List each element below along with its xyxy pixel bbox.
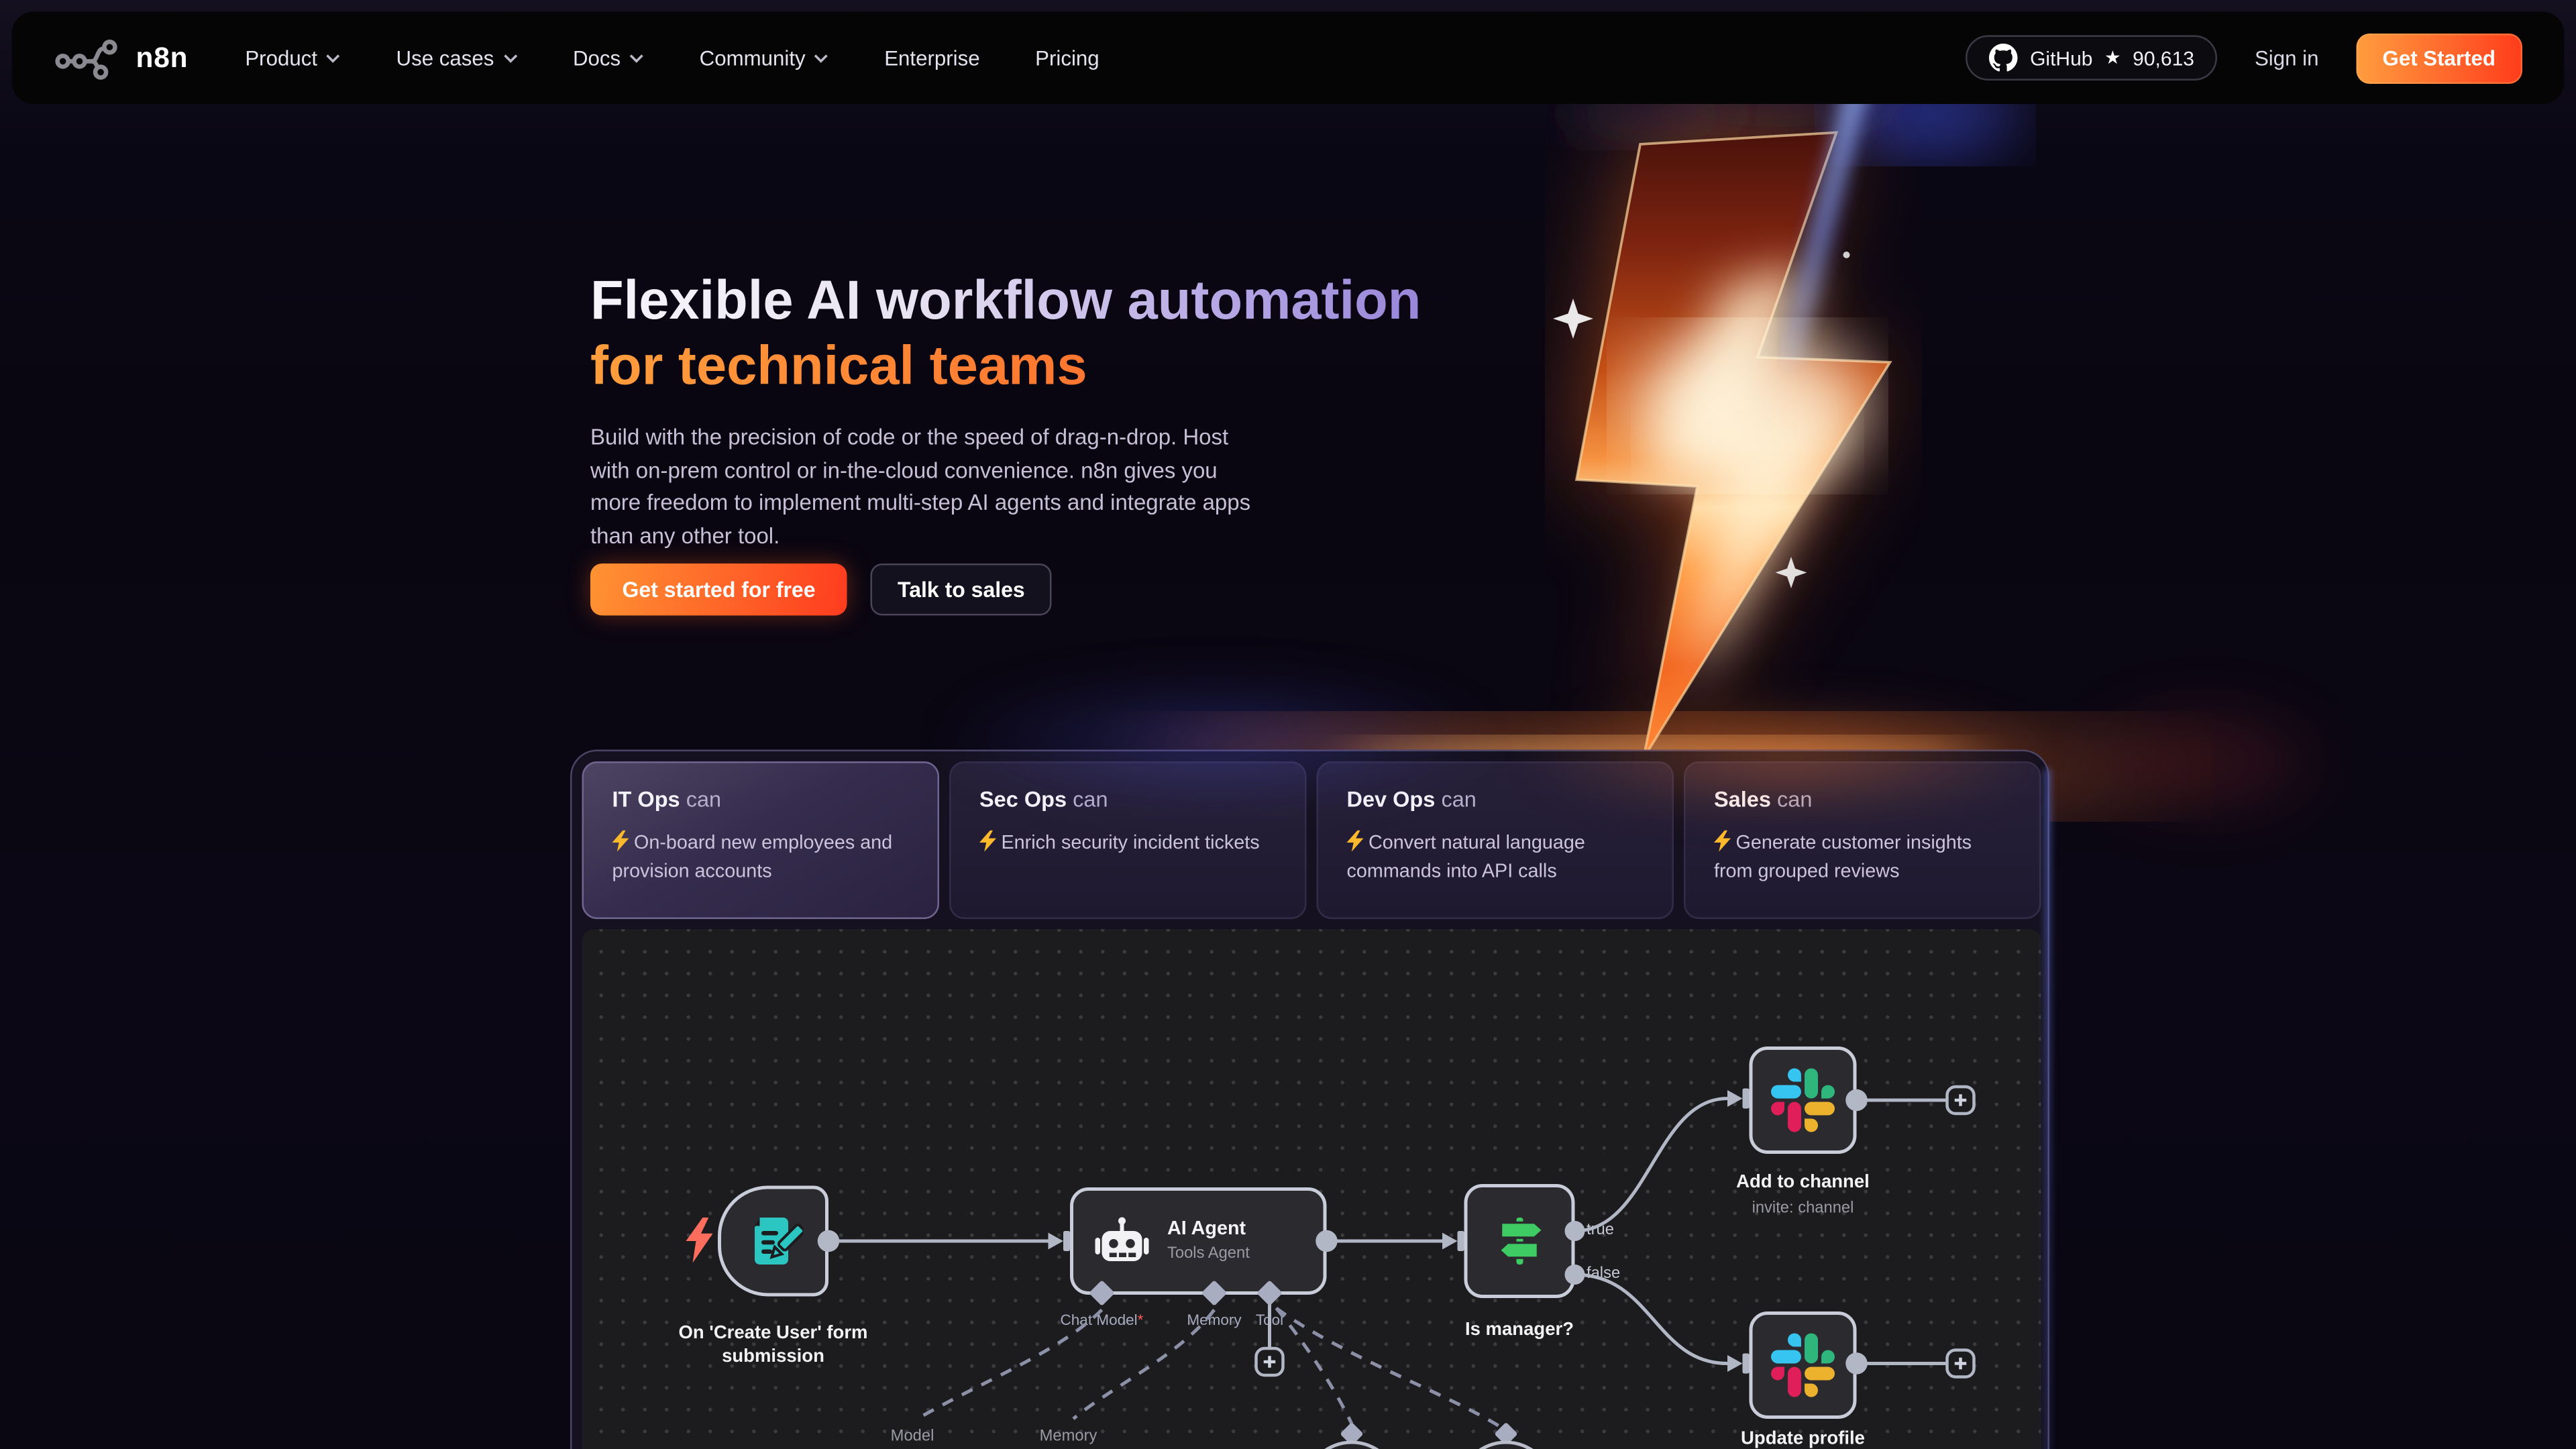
node-subtitle: Tools Agent	[1167, 1244, 1250, 1263]
output-ports	[818, 1089, 1868, 1375]
nav-menu: Product Use cases Docs Community Enterpr…	[245, 46, 1099, 70]
workflow-canvas[interactable]: On 'Create User' form submission AI Ag	[582, 929, 2041, 1449]
slack-icon	[1771, 1334, 1835, 1397]
nav-item-pricing[interactable]: Pricing	[1035, 46, 1099, 70]
chevron-down-icon	[629, 54, 645, 64]
n8n-logo-icon	[54, 36, 121, 80]
tab-sales[interactable]: Sales can Generate customer insights fro…	[1684, 761, 2041, 919]
tab-it-ops[interactable]: IT Ops can On-board new employees and pr…	[582, 761, 940, 919]
node-ai-agent[interactable]: AI Agent Tools Agent	[1070, 1187, 1327, 1295]
node-title: AI Agent	[1167, 1220, 1250, 1240]
slack-icon	[1771, 1069, 1835, 1132]
nav-item-product[interactable]: Product	[245, 46, 341, 70]
hero-cta-row: Get started for free Talk to sales	[590, 564, 1052, 616]
github-star-count: 90,613	[2133, 46, 2194, 70]
nav-right: GitHub ★ 90,613 Sign in Get Started	[1966, 33, 2522, 83]
add-node-button	[1947, 1087, 1974, 1114]
bolt-icon	[979, 830, 996, 853]
github-stars-button[interactable]: GitHub ★ 90,613	[1966, 36, 2218, 81]
lightning-bolt-hero-image	[939, 17, 2214, 822]
use-case-tabs: IT Ops can On-board new employees and pr…	[582, 761, 2041, 919]
workflow-panel: IT Ops can On-board new employees and pr…	[570, 750, 2049, 1449]
tab-sec-ops[interactable]: Sec Ops can Enrich security incident tic…	[949, 761, 1307, 919]
bolt-icon	[1347, 830, 1364, 853]
get-started-button[interactable]: Get Started	[2356, 33, 2522, 83]
robot-icon	[1095, 1216, 1149, 1267]
node-label: Update profile	[1686, 1428, 1921, 1449]
trigger-bolt-icon	[686, 1218, 713, 1263]
chevron-down-icon	[814, 54, 829, 64]
subnode-label-model: Model	[862, 1428, 963, 1446]
get-started-free-button[interactable]: Get started for free	[590, 564, 847, 616]
sign-in-link[interactable]: Sign in	[2255, 46, 2319, 70]
talk-to-sales-button[interactable]: Talk to sales	[871, 564, 1052, 616]
page: n8n Product Use cases Docs Community Ent…	[0, 0, 2576, 1449]
subnode-label-memory: Memory	[1018, 1428, 1119, 1446]
connector-label-tool: Tool	[1236, 1311, 1303, 1328]
node-label: Add to channel	[1686, 1171, 1921, 1194]
nav-item-use-cases[interactable]: Use cases	[396, 46, 518, 70]
red-glow	[2063, 691, 2348, 832]
form-icon	[743, 1211, 804, 1271]
add-node-button	[1256, 1348, 1283, 1375]
tool-subnodes	[1305, 1442, 1553, 1449]
subnode-connectors	[1089, 1280, 1518, 1446]
nav-item-docs[interactable]: Docs	[573, 46, 644, 70]
output-label-true: true	[1587, 1221, 1614, 1240]
chevron-down-icon	[326, 54, 341, 64]
output-label-false: false	[1587, 1265, 1620, 1283]
hero-title-line1: Flexible AI workflow automation	[590, 268, 1421, 333]
node-label: On 'Create User' form submission	[647, 1322, 899, 1368]
nav-item-community[interactable]: Community	[700, 46, 829, 70]
hero-title: Flexible AI workflow automation for tech…	[590, 268, 1421, 398]
connector-label-chat-model: Chat Model*	[1018, 1311, 1186, 1328]
add-node-button	[1947, 1350, 1974, 1377]
hero-description: Build with the precision of code or the …	[590, 421, 1268, 553]
tab-dev-ops[interactable]: Dev Ops can Convert natural language com…	[1317, 761, 1674, 919]
node-is-manager[interactable]	[1464, 1184, 1575, 1298]
nav-item-enterprise[interactable]: Enterprise	[884, 46, 979, 70]
bolt-icon	[612, 830, 629, 853]
node-form-trigger[interactable]	[718, 1186, 828, 1297]
node-label: Is manager?	[1419, 1318, 1620, 1342]
github-label: GitHub	[2030, 46, 2092, 70]
hero-title-line2: for technical teams	[590, 333, 1421, 399]
node-sublabel: invite: channel	[1686, 1199, 1921, 1218]
bolt-icon	[1714, 830, 1731, 853]
logo-text: n8n	[136, 41, 189, 74]
node-slack-update-profile[interactable]	[1750, 1311, 1857, 1419]
node-slack-add-to-channel[interactable]	[1750, 1046, 1857, 1154]
n8n-logo[interactable]: n8n	[54, 36, 188, 80]
star-icon: ★	[2104, 47, 2121, 69]
chevron-down-icon	[502, 54, 518, 64]
github-icon	[1990, 44, 2019, 72]
top-navbar: n8n Product Use cases Docs Community Ent…	[12, 12, 2565, 105]
signpost-icon	[1489, 1211, 1550, 1271]
